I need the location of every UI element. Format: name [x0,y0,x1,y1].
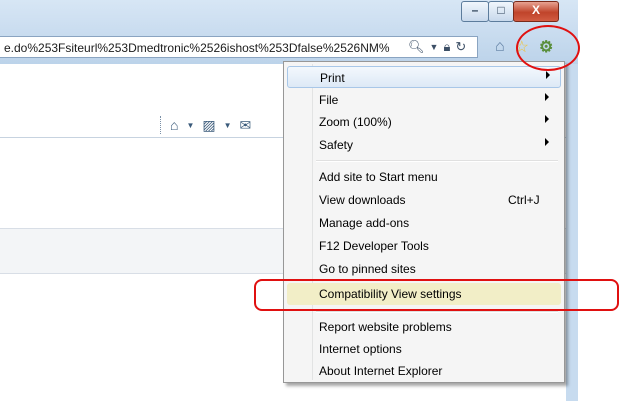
menu-item-zoom[interactable]: Zoom (100%) [287,111,561,133]
menu-item-label: Manage add-ons [319,216,410,230]
menu-item-print[interactable]: Print [287,66,561,88]
menu-item-label: Go to pinned sites [319,262,416,276]
menu-item-f12-developer-tools[interactable]: F12 Developer Tools [287,235,561,257]
maximize-button[interactable]: □ [488,1,514,22]
menu-item-about-internet-explorer[interactable]: About Internet Explorer [287,360,561,382]
menu-separator [316,160,558,162]
annotation-circle [516,25,580,71]
dropdown-arrow-icon[interactable]: ▼ [186,121,194,130]
submenu-arrow-icon [545,138,549,146]
menu-item-go-to-pinned-sites[interactable]: Go to pinned sites [287,258,561,280]
menu-separator [316,311,558,313]
menu-item-label: Zoom (100%) [319,115,392,129]
menu-item-label: Add site to Start menu [319,170,438,184]
caption-buttons: – □ X [461,1,559,22]
dropdown-arrow-icon[interactable]: ▼ [224,121,232,130]
home-icon[interactable]: ⌂ [170,117,178,133]
tools-menu: Print File Zoom (100%) Safety Add site t… [283,61,565,383]
address-bar[interactable]: e.do%253Fsiteurl%253Dmedtronic%2526ishos… [0,36,478,58]
menu-item-view-downloads[interactable]: View downloads Ctrl+J [287,189,561,211]
submenu-arrow-icon [545,115,549,123]
refresh-icon[interactable]: ↻ [455,39,466,55]
menu-item-label: File [319,93,339,107]
mail-icon[interactable]: ✉ [240,117,252,134]
menu-item-label: Safety [319,138,354,152]
menu-item-label: Print [320,71,345,85]
menu-item-label: View downloads [319,193,406,207]
menu-item-shortcut: Ctrl+J [508,193,540,207]
dropdown-arrow-icon[interactable]: ▼ [430,42,439,52]
menu-item-safety[interactable]: Safety [287,134,561,156]
window-border [566,64,578,401]
menu-item-add-site-to-start-menu[interactable]: Add site to Start menu [287,166,561,188]
feeds-icon[interactable]: ▨ [202,117,215,134]
menu-item-internet-options[interactable]: Internet options [287,338,561,360]
menu-item-label: F12 Developer Tools [319,239,429,253]
minimize-button[interactable]: – [461,1,489,22]
annotation-box [254,279,619,311]
menu-item-label: Report website problems [319,320,452,334]
menu-item-file[interactable]: File [287,89,561,111]
close-button[interactable]: X [513,1,559,22]
close-icon: X [531,3,540,17]
lock-icon[interactable]: 🔒︎ [443,39,450,55]
minimize-icon: – [471,3,479,17]
menu-item-report-website-problems[interactable]: Report website problems [287,316,561,338]
toolbar-separator [160,116,162,134]
submenu-arrow-icon [546,71,550,79]
submenu-arrow-icon [545,93,549,101]
search-icon[interactable]: 🔍︎ [408,39,425,55]
url-text[interactable]: e.do%253Fsiteurl%253Dmedtronic%2526ishos… [4,41,404,55]
address-bar-icons: 🔍︎ ▼ 🔒︎ ↻ [408,39,466,55]
menu-item-label: Internet options [319,342,402,356]
maximize-icon: □ [497,3,505,17]
command-bar: ⌂ ▼ ▨ ▼ ✉ [160,116,251,134]
menu-item-manage-add-ons[interactable]: Manage add-ons [287,212,561,234]
home-icon[interactable]: ⌂ [495,38,505,56]
menu-item-label: About Internet Explorer [319,364,443,378]
